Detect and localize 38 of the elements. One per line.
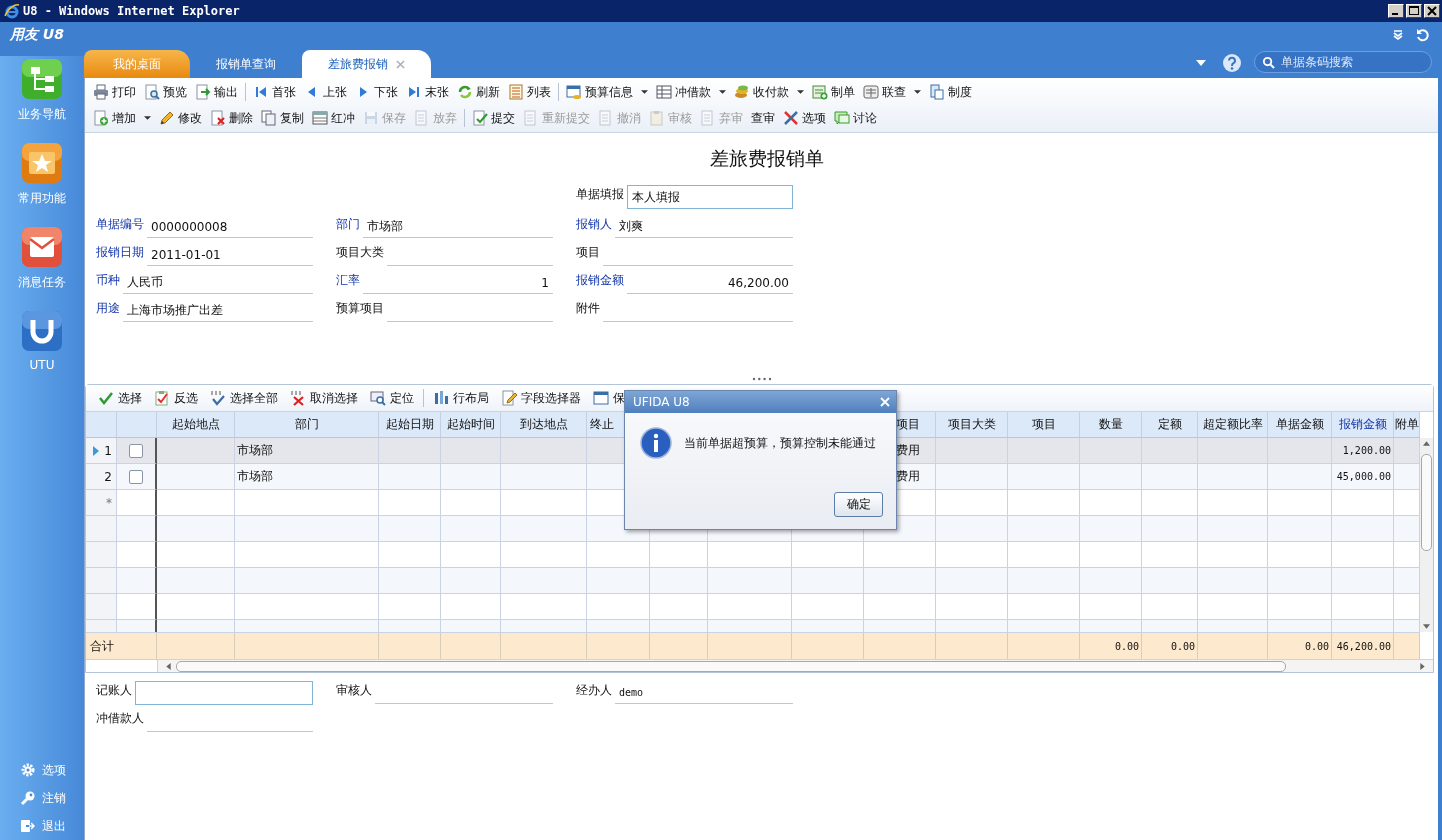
field-label: 币种 bbox=[96, 272, 120, 289]
field-value: 刘爽 bbox=[619, 218, 643, 235]
table-cell: 0.00 bbox=[1268, 633, 1332, 659]
table-cell: 0.00 bbox=[1080, 633, 1142, 659]
field-value: 1 bbox=[541, 275, 549, 290]
field-label: 项目 bbox=[576, 244, 600, 261]
new-row-marker: * bbox=[86, 490, 117, 516]
field-label: 项目大类 bbox=[336, 244, 384, 261]
field-label: 单据填报 bbox=[576, 186, 624, 203]
totals-label: 合计 bbox=[86, 633, 157, 659]
field-label: 审核人 bbox=[336, 682, 372, 699]
table-cell: 46,200.00 bbox=[1332, 633, 1394, 659]
field-value: 46,200.00 bbox=[727, 275, 789, 290]
field-label: 报销金额 bbox=[576, 272, 624, 289]
field-label: 预算项目 bbox=[336, 300, 384, 317]
field-value: demo bbox=[619, 687, 644, 698]
field-label: 附件 bbox=[576, 300, 600, 317]
window-title: U8 - Windows Internet Explorer bbox=[23, 4, 240, 18]
field-label: 冲借款人 bbox=[96, 710, 144, 727]
field-label: 用途 bbox=[96, 300, 120, 317]
dialog-title: UFIDA U8 bbox=[633, 395, 690, 409]
row-number: 2 bbox=[104, 469, 112, 484]
app-logo: 用友 U8 bbox=[0, 22, 84, 56]
field-label: 汇率 bbox=[336, 272, 360, 289]
field-label: 单据编号 bbox=[96, 216, 144, 233]
form-title: 差旅费报销单 bbox=[709, 146, 825, 171]
field-value: 0000000008 bbox=[151, 219, 228, 234]
field-value: 市场部 bbox=[367, 218, 403, 235]
field-value: 上海市场推广出差 bbox=[127, 302, 223, 319]
field-label: 部门 bbox=[336, 216, 360, 233]
table-cell: 0.00 bbox=[1142, 633, 1198, 659]
field-label: 记账人 bbox=[96, 682, 132, 699]
field-label: 经办人 bbox=[576, 682, 612, 699]
field-label: 报销日期 bbox=[96, 244, 144, 261]
row-number: 1 bbox=[104, 443, 112, 458]
field-value: 人民币 bbox=[127, 274, 163, 291]
field-label: 报销人 bbox=[576, 216, 612, 233]
field-value: 2011-01-01 bbox=[151, 247, 221, 262]
